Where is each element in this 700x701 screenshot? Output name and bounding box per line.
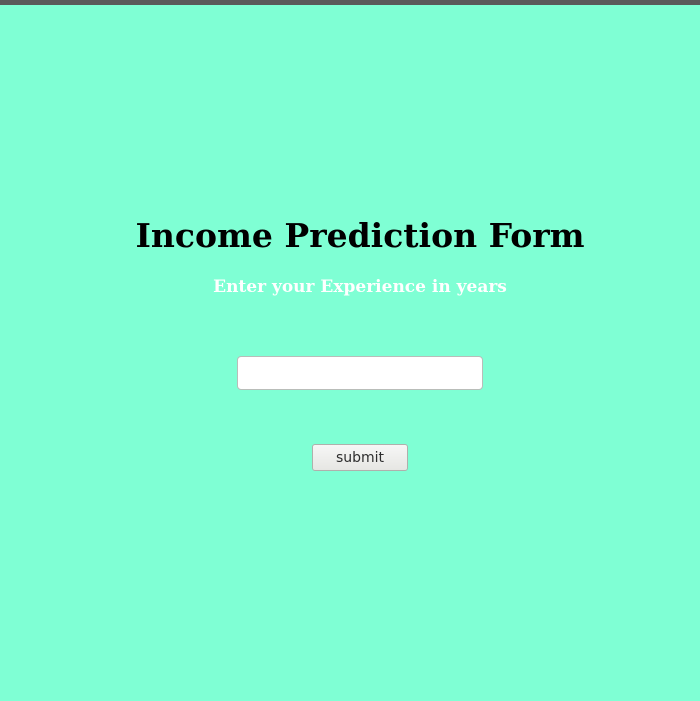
experience-prompt-label: Enter your Experience in years: [213, 277, 507, 297]
window-top-edge: [0, 0, 700, 5]
submit-button[interactable]: submit: [312, 444, 408, 471]
page-title: Income Prediction Form: [135, 216, 585, 255]
experience-input[interactable]: [237, 356, 483, 390]
